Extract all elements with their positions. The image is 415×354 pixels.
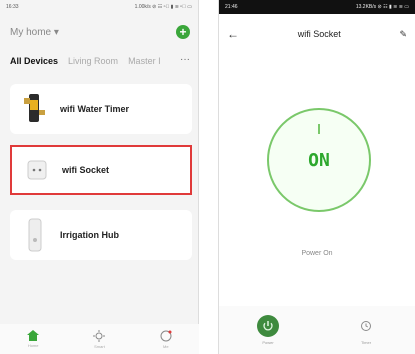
action-label: Timer bbox=[360, 340, 372, 345]
bottom-navigation: Home Smart Me bbox=[0, 324, 199, 354]
timer-icon bbox=[355, 315, 377, 337]
tab-all-devices[interactable]: All Devices bbox=[10, 56, 58, 66]
room-tabs: All Devices Living Room Master I ··· bbox=[10, 56, 190, 66]
device-card-irrigation-hub[interactable]: Irrigation Hub bbox=[10, 210, 192, 260]
smart-icon bbox=[93, 329, 106, 342]
detail-header: ← wifi Socket ✎ bbox=[219, 26, 415, 42]
power-indicator-tick bbox=[318, 124, 320, 134]
nav-label: Me bbox=[163, 343, 169, 349]
tab-living-room[interactable]: Living Room bbox=[68, 56, 118, 66]
socket-detail-screen: 21:46 13.2KB/s ⊘ ☷ ▮ ≋ ≋ ▭ ← wifi Socket… bbox=[218, 0, 415, 354]
hub-icon bbox=[22, 217, 48, 253]
status-indicators: 1.00k/s ⊘ ☷ ⁿ⃝ ▮ ≋ ⁿ⃝ ▭ bbox=[134, 4, 192, 10]
nav-smart[interactable]: Smart bbox=[93, 329, 106, 349]
edit-icon[interactable]: ✎ bbox=[399, 29, 407, 40]
more-tabs-button[interactable]: ··· bbox=[176, 56, 190, 65]
status-time: 16:33 bbox=[6, 4, 19, 10]
status-bar: 16:33 1.00k/s ⊘ ☷ ⁿ⃝ ▮ ≋ ⁿ⃝ ▭ bbox=[0, 0, 198, 14]
power-status-text: Power On bbox=[301, 250, 333, 257]
nav-label: Home bbox=[27, 343, 39, 348]
device-list-screen: 16:33 1.00k/s ⊘ ☷ ⁿ⃝ ▮ ≋ ⁿ⃝ ▭ My home ▾ … bbox=[0, 0, 199, 354]
nav-me[interactable]: Me bbox=[160, 330, 172, 349]
power-icon bbox=[257, 315, 279, 337]
action-label: Power bbox=[262, 340, 274, 345]
device-card-socket[interactable]: wifi Socket bbox=[10, 145, 192, 195]
nav-label: Smart bbox=[94, 343, 105, 349]
home-icon bbox=[27, 330, 40, 341]
device-label: wifi Water Timer bbox=[60, 104, 130, 114]
back-arrow-icon[interactable]: ← bbox=[227, 27, 239, 41]
tab-master[interactable]: Master I bbox=[128, 56, 161, 66]
status-time: 21:46 bbox=[225, 4, 238, 10]
power-button[interactable]: Power bbox=[257, 315, 279, 345]
device-card-water-timer[interactable]: wifi Water Timer bbox=[10, 84, 192, 134]
timer-button[interactable]: Timer bbox=[355, 315, 377, 345]
page-title: wifi Socket bbox=[297, 29, 341, 39]
power-toggle-dial[interactable]: ON bbox=[267, 108, 371, 212]
home-selector[interactable]: My home ▾ bbox=[10, 27, 59, 38]
add-device-button[interactable]: + bbox=[176, 25, 190, 39]
device-label: Irrigation Hub bbox=[60, 230, 119, 240]
power-state-label: ON bbox=[308, 149, 330, 171]
socket-icon bbox=[24, 152, 50, 188]
status-indicators: 13.2KB/s ⊘ ☷ ▮ ≋ ≋ ▭ bbox=[355, 4, 409, 10]
profile-icon bbox=[160, 330, 172, 341]
device-label: wifi Socket bbox=[62, 165, 110, 175]
action-bar: Power Timer bbox=[219, 306, 415, 354]
nav-home[interactable]: Home bbox=[27, 330, 40, 348]
home-header: My home ▾ + bbox=[10, 22, 190, 42]
status-bar: 21:46 13.2KB/s ⊘ ☷ ▮ ≋ ≋ ▭ bbox=[219, 0, 415, 14]
water-timer-icon bbox=[22, 91, 48, 127]
